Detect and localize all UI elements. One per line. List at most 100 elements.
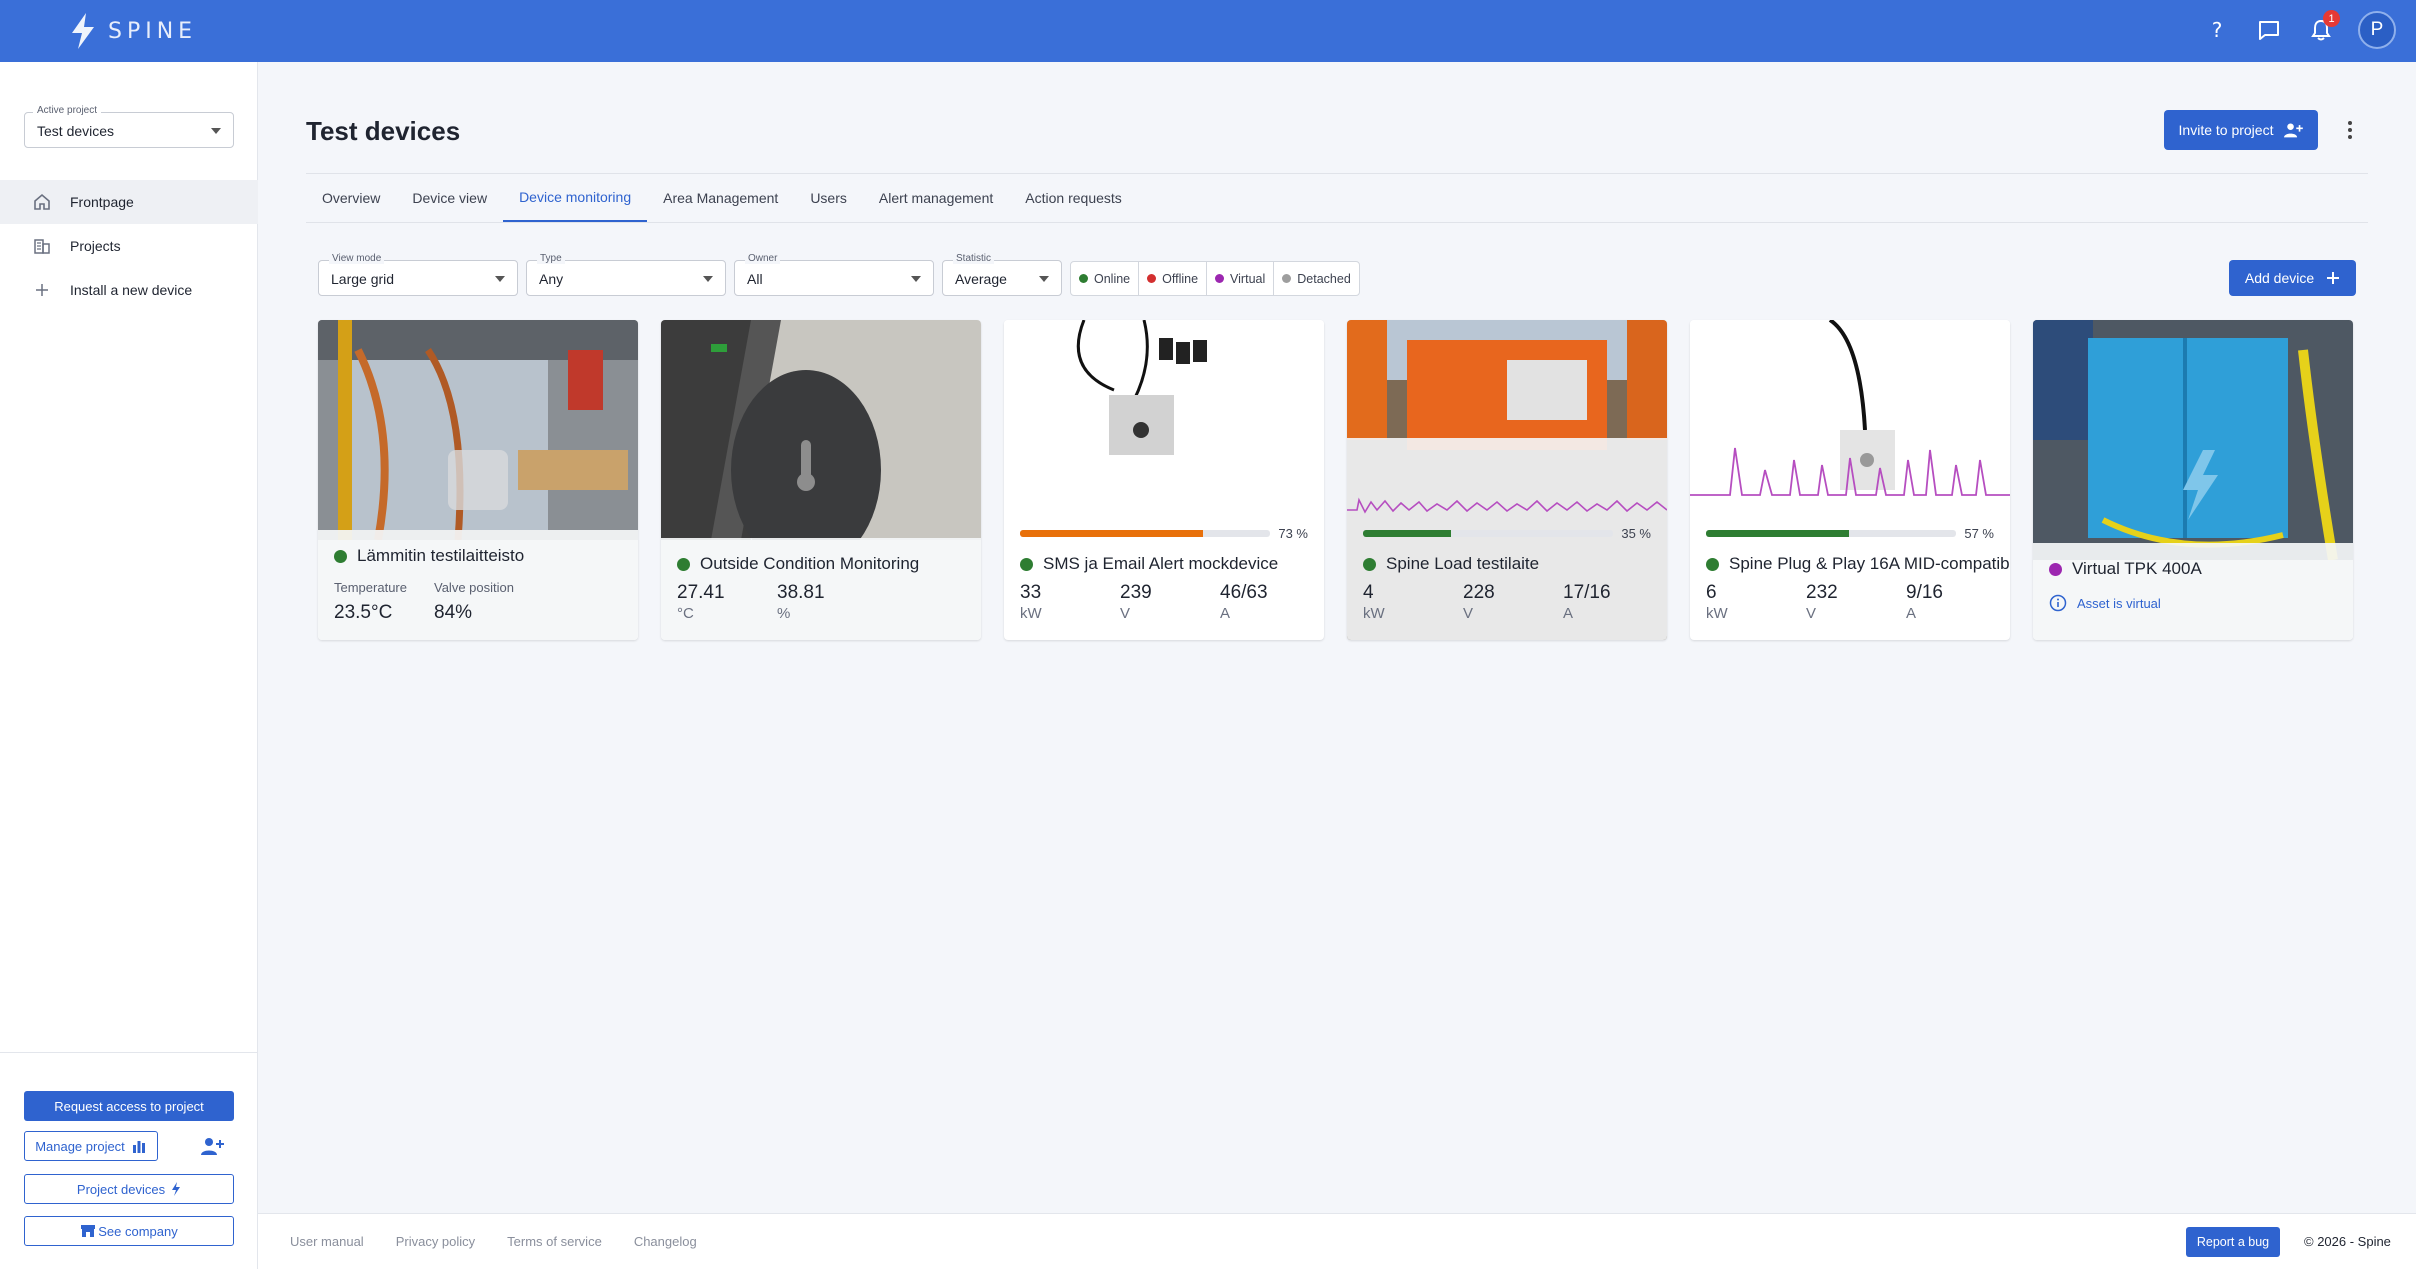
active-project-label: Active project: [33, 105, 102, 116]
tab-device-view[interactable]: Device view: [396, 174, 503, 222]
sidebar-item-label: Install a new device: [70, 282, 193, 298]
metric-unit: °C: [677, 605, 694, 622]
device-card-spine-load[interactable]: 35 % Spine Load testilaite 4 228 17/16 k…: [1347, 320, 1667, 640]
status-online-dot: [677, 557, 690, 571]
sidebar-divider: [0, 1052, 258, 1053]
chevron-down-icon: [911, 276, 921, 282]
footer-link-user-manual[interactable]: User manual: [290, 1234, 364, 1249]
status-online-dot: [1706, 557, 1719, 571]
manage-project-label: Manage project: [35, 1138, 125, 1154]
info-icon: [2049, 594, 2067, 612]
device-card-virtual-tpk[interactable]: Virtual TPK 400A Asset is virtual: [2033, 320, 2353, 640]
tab-alert-management[interactable]: Alert management: [863, 174, 1009, 222]
active-project-select[interactable]: Active project Test devices: [24, 105, 234, 148]
view-mode-select[interactable]: View mode Large grid: [318, 253, 518, 296]
manage-project-button[interactable]: Manage project: [24, 1131, 158, 1161]
see-company-label: See company: [98, 1223, 178, 1239]
type-label: Type: [537, 253, 565, 264]
device-photo: [318, 320, 638, 540]
plus-icon: [32, 280, 52, 300]
logo-text: SPINE: [108, 18, 198, 44]
chip-label: Detached: [1297, 271, 1351, 286]
device-name: Spine Plug & Play 16A MID-compatib: [1706, 554, 2010, 574]
top-bar: SPINE ? 1 P: [0, 0, 2416, 62]
online-dot: [1079, 274, 1088, 283]
metric-value: 46/63: [1220, 582, 1268, 603]
progress-text: 73 %: [1278, 526, 1308, 541]
device-name: Virtual TPK 400A: [2049, 559, 2202, 579]
sidebar-item-install-device[interactable]: Install a new device: [0, 268, 258, 312]
metric-value: 228: [1463, 582, 1495, 603]
owner-select[interactable]: Owner All: [734, 253, 934, 296]
building-chart-icon: [132, 1141, 145, 1153]
chevron-down-icon: [703, 276, 713, 282]
device-photo: [1004, 320, 1324, 520]
lightning-logo-icon: [72, 13, 94, 49]
virtual-asset-note: Asset is virtual: [2049, 594, 2161, 612]
chevron-down-icon: [495, 276, 505, 282]
metric-value: 232: [1806, 582, 1838, 603]
sidebar-item-frontpage[interactable]: Frontpage: [0, 180, 258, 224]
add-user-icon[interactable]: [200, 1135, 226, 1157]
detached-dot: [1282, 274, 1292, 283]
report-bug-button[interactable]: Report a bug: [2186, 1227, 2280, 1257]
help-icon[interactable]: ?: [2202, 10, 2232, 50]
tab-area-management[interactable]: Area Management: [647, 174, 794, 222]
metric-unit: %: [777, 605, 791, 622]
tab-overview[interactable]: Overview: [306, 174, 396, 222]
device-name: Spine Load testilaite: [1363, 554, 1539, 574]
more-options-icon[interactable]: [2340, 116, 2360, 144]
device-card-spine-plug-play[interactable]: 57 % Spine Plug & Play 16A MID-compatib …: [1690, 320, 2010, 640]
status-online-dot: [1363, 557, 1376, 571]
card-info-panel: Virtual TPK 400A: [2033, 543, 2353, 640]
metric-value: 33: [1020, 582, 1042, 603]
metric-value: 23.5°C: [334, 602, 393, 623]
footer-link-terms-of-service[interactable]: Terms of service: [507, 1234, 602, 1249]
metric-unit: A: [1906, 605, 1917, 622]
device-name-text: Spine Load testilaite: [1386, 554, 1540, 573]
progress-text: 35 %: [1621, 526, 1651, 541]
metric-unit: kW: [1706, 605, 1728, 622]
chip-virtual[interactable]: Virtual: [1207, 262, 1275, 295]
invite-label: Invite to project: [2178, 122, 2274, 138]
metric-unit: V: [1806, 605, 1817, 622]
device-card-lammitin[interactable]: Lämmitin testilaitteisto Temperature Val…: [318, 320, 638, 640]
statistic-value: Average: [955, 271, 1007, 287]
lightning-icon: [172, 1182, 181, 1196]
metric-value: 84%: [434, 602, 473, 623]
footer-link-privacy-policy[interactable]: Privacy policy: [396, 1234, 475, 1249]
metric-value: 27.41: [677, 582, 725, 603]
status-filter-chips: Online Offline Virtual Detached: [1070, 261, 1360, 296]
spine-logo[interactable]: SPINE: [68, 12, 197, 50]
tab-device-monitoring[interactable]: Device monitoring: [503, 174, 648, 222]
building-icon: [32, 236, 52, 256]
tab-users[interactable]: Users: [794, 174, 863, 222]
sidebar-item-projects[interactable]: Projects: [0, 224, 258, 268]
user-avatar[interactable]: P: [2358, 11, 2396, 49]
chat-icon[interactable]: [2254, 10, 2284, 50]
statistic-select[interactable]: Statistic Average: [942, 253, 1062, 296]
view-mode-value: Large grid: [331, 271, 395, 287]
project-devices-button[interactable]: Project devices: [24, 1174, 234, 1204]
invite-to-project-button[interactable]: Invite to project: [2164, 110, 2318, 150]
tab-action-requests[interactable]: Action requests: [1009, 174, 1138, 222]
device-card-sms-email-mock[interactable]: 73 % SMS ja Email Alert mockdevice 33 23…: [1004, 320, 1324, 640]
status-virtual-dot: [2049, 562, 2062, 576]
page-title: Test devices: [306, 116, 461, 146]
virtual-note-text: Asset is virtual: [2077, 595, 2161, 611]
type-select[interactable]: Type Any: [526, 253, 726, 296]
footer-link-changelog[interactable]: Changelog: [634, 1234, 697, 1249]
notifications-bell-icon[interactable]: 1: [2306, 10, 2340, 50]
request-access-button[interactable]: Request access to project: [24, 1091, 234, 1121]
metric-value: 4: [1363, 582, 1374, 603]
add-device-button[interactable]: Add device: [2229, 260, 2356, 296]
chip-offline[interactable]: Offline: [1139, 262, 1208, 295]
load-progress-bar: [1363, 530, 1613, 537]
chip-detached[interactable]: Detached: [1274, 262, 1359, 295]
device-name: Outside Condition Monitoring: [677, 554, 919, 574]
chip-online[interactable]: Online: [1071, 262, 1140, 295]
metric-unit: V: [1120, 605, 1131, 622]
device-card-outside-condition[interactable]: Outside Condition Monitoring 27.41 38.81…: [661, 320, 981, 640]
see-company-button[interactable]: See company: [24, 1216, 234, 1246]
progress-fill: [1363, 530, 1451, 537]
